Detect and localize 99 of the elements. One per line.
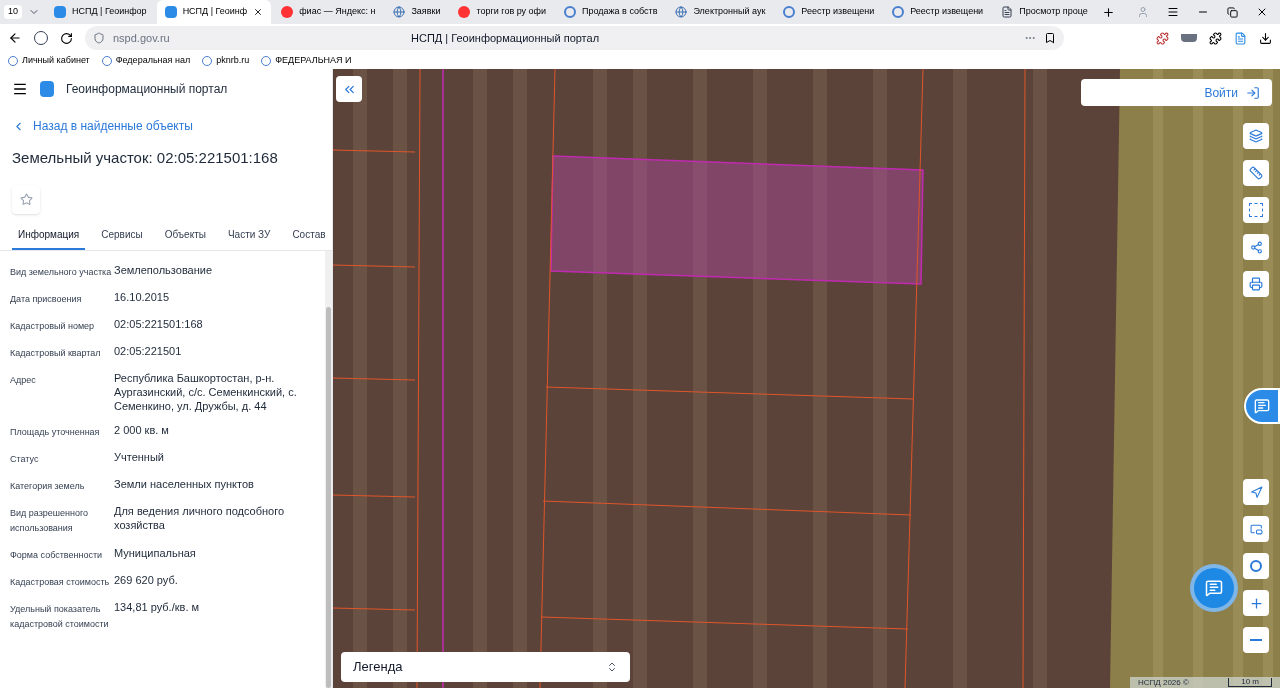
legend-select[interactable]: Легенда xyxy=(341,652,630,682)
bookmark-icon[interactable] xyxy=(1044,32,1056,44)
star-icon xyxy=(19,193,33,206)
page-title: НСПД | Геоинформационный портал xyxy=(411,30,601,46)
field-label: Категория земель xyxy=(10,479,86,493)
field-label: Удельный показатель кадастровой стоимости xyxy=(10,602,110,631)
field-value: Муниципальная xyxy=(114,545,197,561)
bookmark-link[interactable]: pknrb.ru xyxy=(202,53,250,68)
layers-button[interactable] xyxy=(1243,123,1269,149)
menu-icon[interactable] xyxy=(12,81,28,97)
document-icon[interactable] xyxy=(1234,31,1247,45)
login-icon xyxy=(1246,85,1260,100)
info-tab[interactable]: Части ЗУ xyxy=(221,226,277,250)
bookmark-link[interactable]: Федеральная нал xyxy=(101,53,191,68)
tab-count[interactable]: 10 xyxy=(4,5,22,19)
browser-tab[interactable]: Продажа в собств xyxy=(556,0,666,24)
info-tab[interactable]: Состав xyxy=(286,226,332,250)
address-bar[interactable]: nspd.gov.ru НСПД | Геоинформационный портал xyxy=(85,26,1064,50)
locate-button[interactable] xyxy=(1243,479,1269,505)
info-tab[interactable]: Объекты xyxy=(158,226,212,250)
browser-tab[interactable]: Просмотр проце xyxy=(993,0,1096,24)
bookmark-link[interactable]: ФЕДЕРАЛЬНАЯ И xyxy=(261,53,352,68)
field-value: 2 000 кв. м xyxy=(114,422,170,438)
field-value: Для ведения личного подсобного хозяйства xyxy=(114,503,286,533)
bookmark-link[interactable]: Личный кабинет xyxy=(8,53,90,68)
portal-logo-icon xyxy=(54,6,66,18)
field-label: Площадь уточненная xyxy=(10,425,101,439)
copyright-text: НСПД 2026 © xyxy=(1138,676,1189,688)
location-search-button[interactable] xyxy=(1243,553,1269,579)
close-icon[interactable] xyxy=(253,7,264,17)
area-select-button[interactable] xyxy=(1243,197,1269,223)
download-icon[interactable] xyxy=(1259,31,1272,45)
minus-icon xyxy=(1250,639,1262,641)
zoom-out-button[interactable] xyxy=(1243,627,1269,653)
field-value: Республика Башкортостан, р-н. Аургазинский, с/с. Семенкинский, с. Семенкино, ул. Дружбы, д. 44 xyxy=(114,370,298,413)
field-value: 269 620 руб. xyxy=(114,572,179,588)
portal-logo-icon xyxy=(164,6,177,18)
browser-tab[interactable]: Реестр извещени xyxy=(884,0,992,24)
printer-icon xyxy=(1249,277,1263,291)
field-label: Форма собственности xyxy=(10,548,104,562)
chat-button[interactable] xyxy=(1194,568,1234,608)
field-label: Дата присвоения xyxy=(10,292,83,306)
ruler-button[interactable] xyxy=(1243,160,1269,186)
browser-tab[interactable]: Электронный аук xyxy=(667,0,774,24)
picture-in-picture-icon xyxy=(1249,522,1263,536)
field-label: Кадастровый номер xyxy=(10,319,96,333)
message-icon xyxy=(1254,398,1270,414)
share-button[interactable] xyxy=(1243,234,1269,260)
minimap-button[interactable] xyxy=(1243,516,1269,542)
zoom-in-button[interactable] xyxy=(1243,590,1269,616)
page-icon xyxy=(1001,6,1014,18)
print-button[interactable] xyxy=(1243,271,1269,297)
collapse-panel-button[interactable] xyxy=(336,76,362,102)
login-button[interactable]: Войти xyxy=(1081,79,1272,106)
field-label: Кадастровая стоимость xyxy=(10,575,111,589)
up-down-chevron-icon xyxy=(606,661,618,673)
scrollbar[interactable] xyxy=(325,250,332,688)
layers-icon xyxy=(1249,129,1263,143)
back-link[interactable]: Назад в найденные объекты xyxy=(0,117,332,135)
dashed-square-icon xyxy=(1249,203,1263,217)
browser-tab[interactable]: Реестр извещени xyxy=(775,0,883,24)
app-title: Геоинформационный портал xyxy=(66,81,228,98)
browser-tab[interactable]: фиас — Яндекс: н xyxy=(273,0,384,24)
field-value: 16.10.2015 xyxy=(114,289,171,305)
field-label: Вид земельного участка xyxy=(10,265,113,279)
close-icon[interactable] xyxy=(1256,6,1268,18)
field-label: Статус xyxy=(10,452,40,466)
back-icon[interactable] xyxy=(8,31,22,45)
browser-tab[interactable]: торги гов ру офи xyxy=(450,0,555,24)
object-title: Земельный участок: 02:05:221501:168 xyxy=(11,148,279,168)
menu-icon[interactable] xyxy=(1167,6,1179,18)
field-label: Кадастровый квартал xyxy=(10,346,102,360)
field-value: 134,81 руб./кв. м xyxy=(114,599,201,615)
field-value: 02:05:221501:168 xyxy=(114,316,204,332)
browser-tab[interactable]: НСПД | Геоинф xyxy=(156,0,272,24)
field-value: Землепользование xyxy=(114,262,214,278)
field-value: 02:05:221501 xyxy=(114,343,183,359)
globe-icon xyxy=(675,6,688,18)
scale-bar: 10 m xyxy=(1228,678,1272,687)
field-label: Адрес xyxy=(10,373,37,387)
navigation-arrow-icon xyxy=(1249,485,1263,499)
chat-icon xyxy=(1205,579,1223,597)
info-tab[interactable]: Сервисы xyxy=(95,226,149,250)
portal-logo-icon xyxy=(40,81,54,97)
widget-button[interactable] xyxy=(1244,388,1280,424)
browser-tab[interactable]: НСПД | Геоинфор xyxy=(46,0,155,24)
field-value: Учтенный xyxy=(114,449,165,465)
info-tab[interactable]: Информация xyxy=(12,226,86,250)
reload-icon[interactable] xyxy=(60,31,73,45)
share-icon xyxy=(1249,240,1263,254)
restore-icon[interactable] xyxy=(1227,6,1238,18)
field-value: Земли населенных пунктов xyxy=(114,476,255,492)
browser-tab[interactable]: Заявки xyxy=(385,0,449,24)
plus-icon xyxy=(1248,595,1264,611)
globe-icon xyxy=(393,6,406,18)
field-label: Вид разрешенного использования xyxy=(10,506,90,535)
ruler-icon xyxy=(1249,166,1263,180)
new-tab-icon[interactable] xyxy=(1101,5,1115,19)
shield-icon xyxy=(93,32,105,44)
